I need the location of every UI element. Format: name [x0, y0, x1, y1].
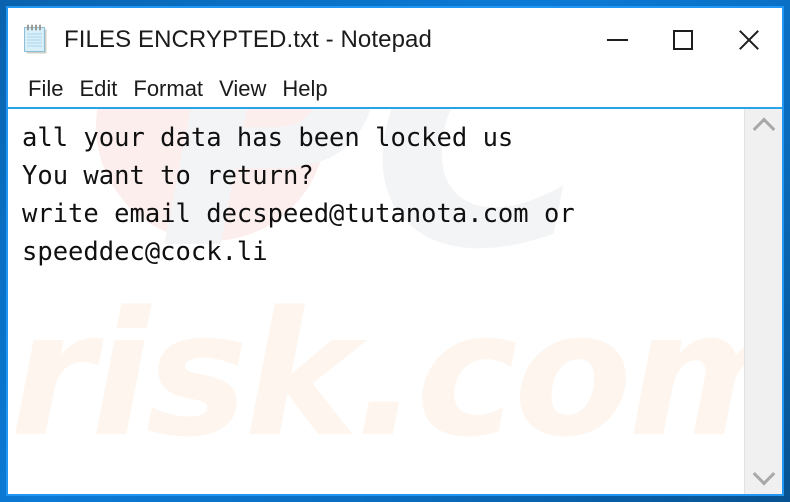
close-icon [737, 28, 761, 52]
menu-item-edit[interactable]: Edit [71, 78, 125, 100]
text-editor-area[interactable]: all your data has been locked us You wan… [8, 109, 744, 494]
editor-body: PC risk.com all your data has been locke… [8, 109, 782, 494]
text-line: all your data has been locked us [22, 123, 514, 153]
scroll-down-button[interactable] [745, 460, 782, 494]
maximize-button[interactable] [650, 8, 716, 71]
scroll-up-button[interactable] [745, 109, 782, 143]
text-line: write email decspeed@tutanota.com or [22, 199, 575, 229]
notepad-window: FILES ENCRYPTED.txt - Notepad File Edit … [8, 8, 782, 494]
text-line: speeddec@cock.li [22, 237, 268, 267]
title-bar[interactable]: FILES ENCRYPTED.txt - Notepad [8, 8, 782, 71]
menu-item-view[interactable]: View [211, 78, 274, 100]
menu-bar: File Edit Format View Help [8, 71, 782, 109]
chevron-down-icon [752, 462, 775, 486]
text-line: You want to return? [22, 161, 314, 191]
minimize-button[interactable] [584, 8, 650, 71]
window-controls [584, 8, 782, 71]
menu-item-help[interactable]: Help [274, 78, 335, 100]
window-outer-frame: FILES ENCRYPTED.txt - Notepad File Edit … [0, 0, 790, 502]
menu-item-format[interactable]: Format [125, 78, 211, 100]
notepad-icon [22, 23, 52, 57]
maximize-icon [673, 29, 693, 50]
menu-item-file[interactable]: File [20, 78, 71, 100]
scrollbar-track[interactable] [745, 143, 782, 460]
vertical-scrollbar[interactable] [744, 109, 782, 494]
window-title: FILES ENCRYPTED.txt - Notepad [64, 25, 432, 53]
minimize-icon [606, 38, 628, 41]
chevron-up-icon [752, 117, 775, 141]
close-button[interactable] [716, 8, 782, 71]
